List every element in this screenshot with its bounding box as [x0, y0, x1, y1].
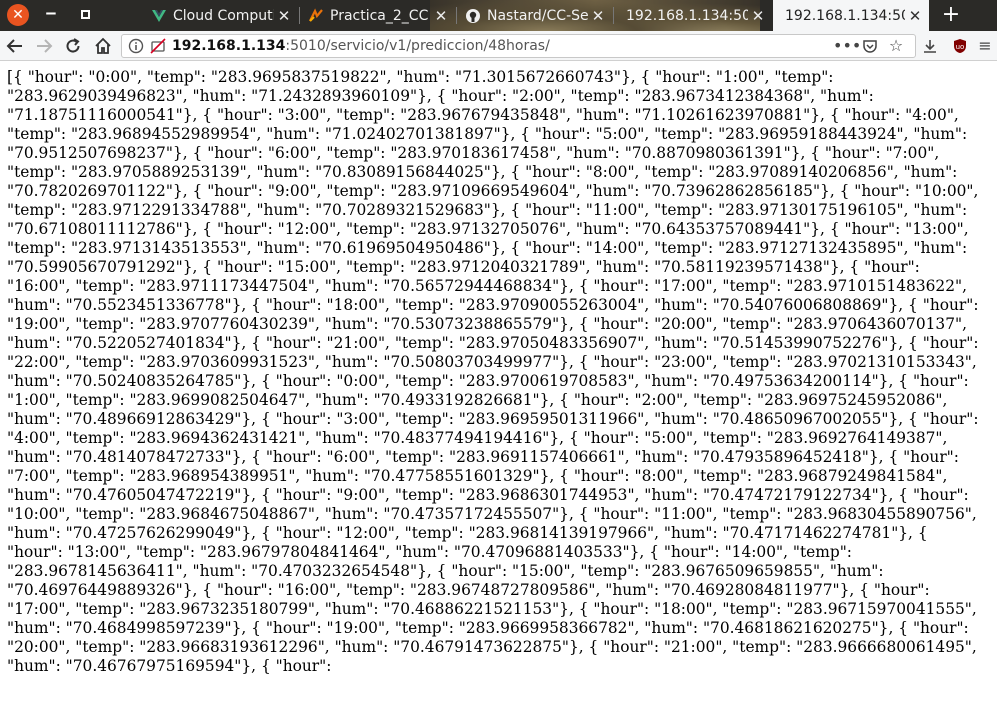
colab-icon [309, 7, 323, 22]
ublock-icon[interactable]: uo [948, 34, 972, 58]
url-host: 192.168.1.134 [172, 38, 286, 54]
tab-label: Practica_2_CC [330, 7, 429, 24]
tab-practica[interactable]: Practica_2_CC ✕ [300, 0, 455, 31]
json-response-text: [{ "hour": "0:00", "temp": "283.96958375… [7, 68, 979, 675]
reload-button[interactable] [61, 34, 85, 58]
info-icon[interactable] [128, 38, 144, 54]
page-actions-icon[interactable]: ••• [833, 34, 861, 58]
address-bar[interactable]: 192.168.1.134:5010/servicio/v1/prediccio… [121, 34, 916, 58]
tab-label: 192.168.1.134:50 [626, 7, 748, 24]
url-text[interactable]: 192.168.1.134:5010/servicio/v1/prediccio… [172, 38, 550, 54]
tab-strip: ✕ ‒ Cloud Computing ✕ Practica_2_CC ✕ Na… [0, 0, 997, 31]
page-content: [{ "hour": "0:00", "temp": "283.96958375… [0, 62, 997, 715]
window-maximize-button[interactable] [74, 4, 96, 26]
tab-github[interactable]: Nastard/CC-Se ✕ [457, 0, 612, 31]
close-icon[interactable]: ✕ [274, 7, 294, 25]
tab-label: Cloud Computing [173, 7, 274, 24]
home-button[interactable] [91, 34, 115, 58]
bookmark-star-icon[interactable]: ☆ [884, 34, 908, 58]
forward-button[interactable] [32, 34, 56, 58]
close-icon[interactable]: ✕ [748, 7, 768, 25]
tab-label: 192.168.1.134:50 [785, 7, 905, 24]
url-path: :5010/servicio/v1/prediccion/48horas/ [285, 38, 550, 54]
back-arrow-icon [6, 39, 22, 53]
new-tab-button[interactable]: + [937, 2, 965, 30]
close-icon[interactable]: ✕ [588, 7, 608, 25]
home-icon [95, 37, 111, 54]
insecure-connection-icon[interactable] [150, 38, 166, 54]
window-minimize-button[interactable]: ‒ [40, 4, 62, 26]
reload-icon [66, 38, 80, 53]
svg-text:uo: uo [956, 43, 965, 51]
back-button[interactable] [3, 34, 27, 58]
close-icon[interactable]: ✕ [431, 7, 451, 25]
pocket-icon[interactable] [858, 34, 882, 58]
tab-local-1[interactable]: 192.168.1.134:50 ✕ [614, 0, 772, 31]
tab-local-2-active[interactable]: 192.168.1.134:50 ✕ [773, 0, 929, 31]
tab-cloud-computing[interactable]: Cloud Computing ✕ [143, 0, 298, 31]
window-close-button[interactable]: ✕ [7, 4, 29, 26]
tab-label: Nastard/CC-Se [487, 7, 588, 24]
forward-arrow-icon [37, 39, 53, 53]
github-icon [466, 8, 480, 23]
close-icon[interactable]: ✕ [905, 7, 925, 25]
vuejs-icon [152, 9, 166, 22]
menu-icon[interactable]: ≡ [973, 34, 997, 58]
navigation-bar: 192.168.1.134:5010/servicio/v1/prediccio… [0, 31, 997, 61]
downloads-icon[interactable] [918, 34, 942, 58]
